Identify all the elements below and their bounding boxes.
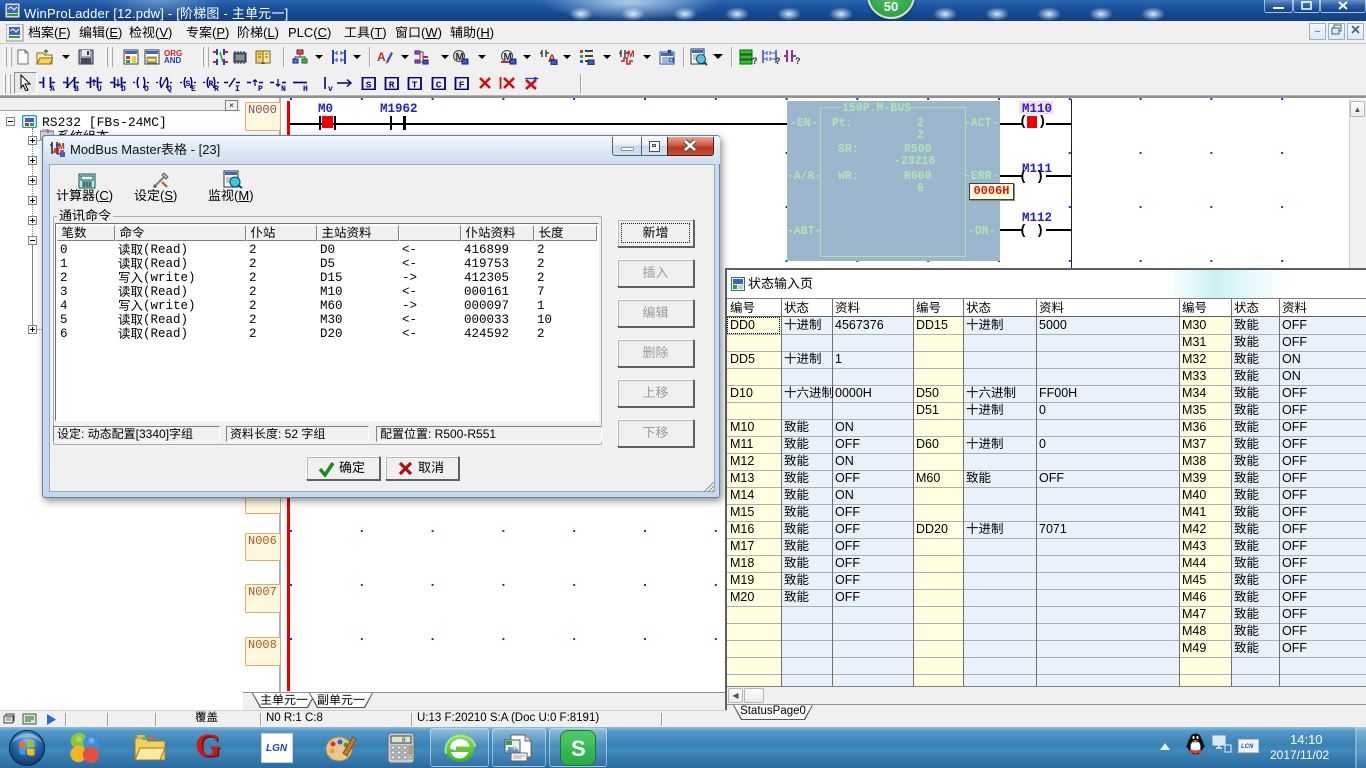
svg-text:R: R bbox=[209, 80, 214, 89]
svg-text:S: S bbox=[186, 80, 191, 89]
svg-text:C: C bbox=[436, 80, 442, 91]
svg-text:F: F bbox=[459, 80, 465, 91]
svg-text:?: ? bbox=[775, 56, 780, 65]
svg-text:T: T bbox=[412, 80, 418, 91]
svg-text:?: ? bbox=[795, 56, 801, 65]
svg-text:0: 0 bbox=[402, 737, 406, 744]
svg-text:M: M bbox=[627, 49, 635, 59]
svg-text:A: A bbox=[377, 50, 386, 64]
svg-text:R: R bbox=[389, 80, 395, 91]
svg-text:?: ? bbox=[752, 56, 757, 65]
svg-text:M: M bbox=[58, 142, 65, 151]
svg-text:S: S bbox=[366, 80, 372, 91]
